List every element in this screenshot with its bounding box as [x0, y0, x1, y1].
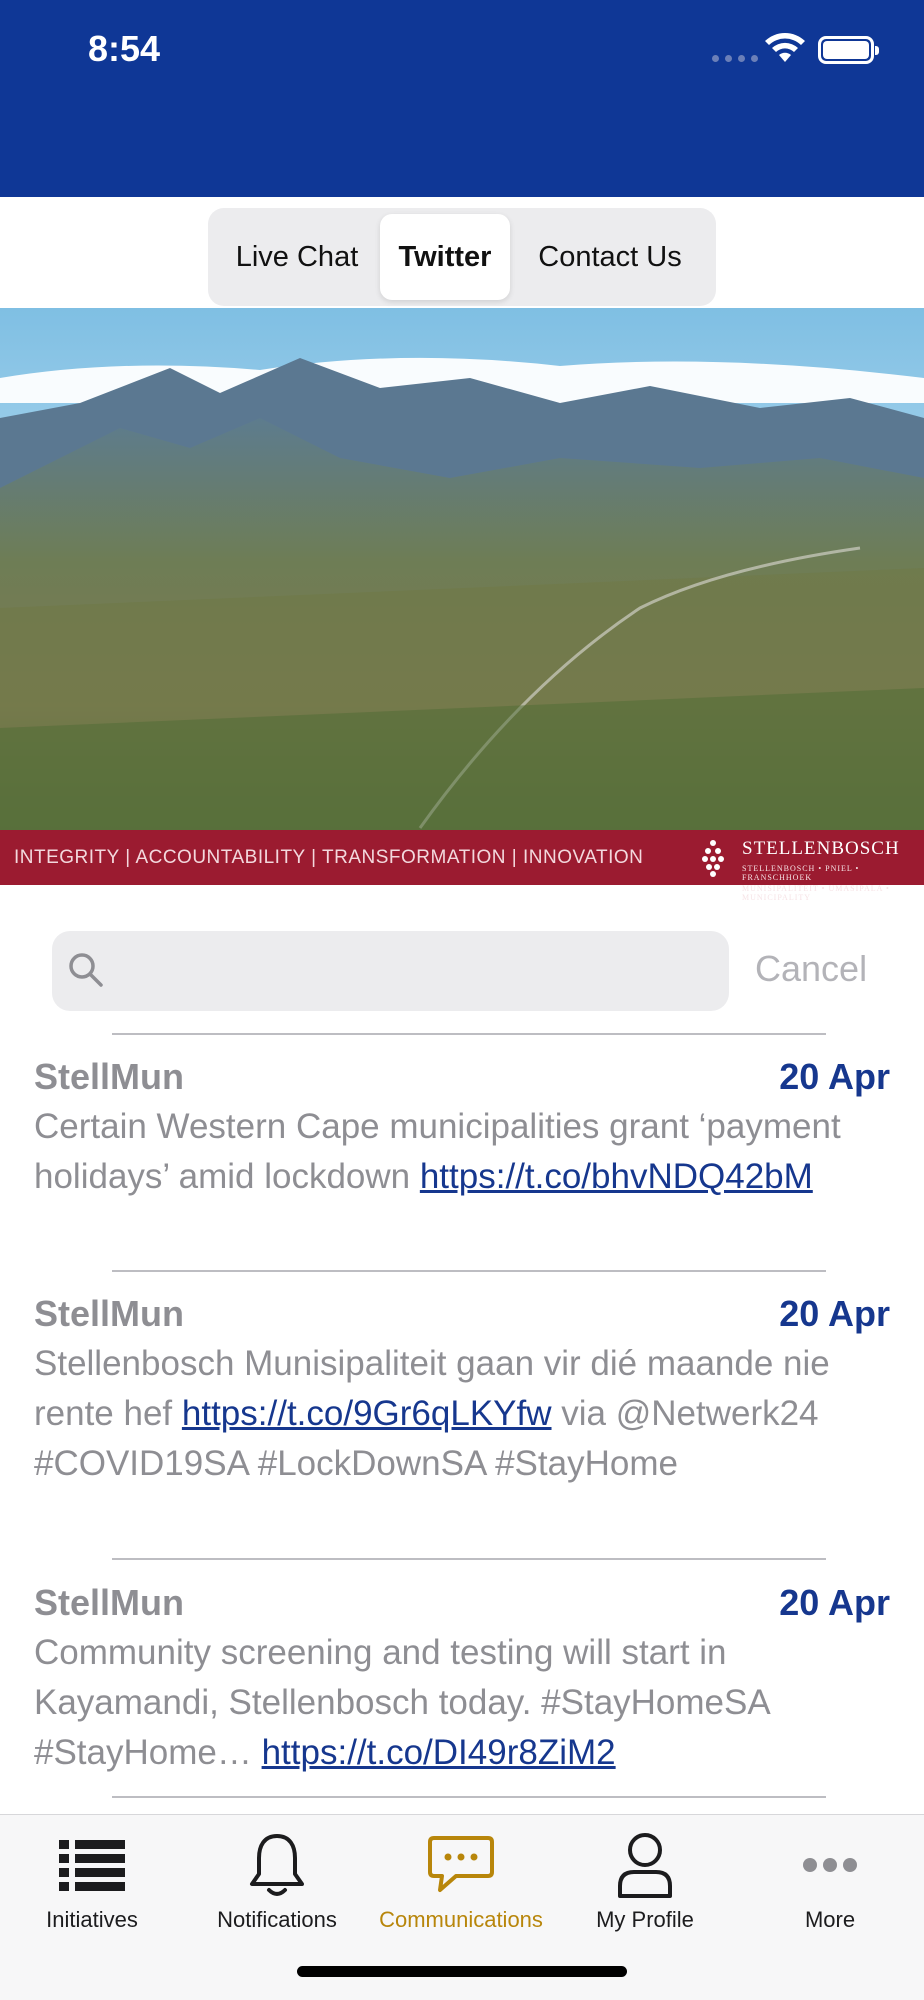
tab-label: My Profile: [596, 1907, 694, 1932]
grape-crest-icon: [702, 840, 724, 877]
divider: [112, 1558, 826, 1560]
tweet-text: Community screening and testing will sta…: [34, 1628, 890, 1778]
tweet-username: StellMun: [34, 1056, 184, 1097]
tab-label: More: [804, 1907, 856, 1932]
tab-notifications[interactable]: Notifications: [187, 1825, 367, 1933]
app-header: 8:54: [0, 0, 924, 197]
tab-initiatives[interactable]: Initiatives: [2, 1825, 182, 1933]
tweet-item[interactable]: StellMun 20 Apr Community screening and …: [34, 1582, 890, 1778]
search-icon: [69, 953, 103, 987]
divider: [112, 1270, 826, 1272]
brand-subtitle-2: MUNISIPALITEIT • UMASIPALA • MUNICIPALIT…: [742, 884, 890, 902]
landscape-photo: [0, 308, 924, 830]
tweet-item[interactable]: StellMun 20 Apr Stellenbosch Munisipalit…: [34, 1293, 890, 1489]
cancel-button[interactable]: Cancel: [755, 948, 867, 990]
tweet-text: Stellenbosch Munisipaliteit gaan vir dié…: [34, 1339, 890, 1489]
segment-contact-us[interactable]: Contact Us: [510, 214, 710, 300]
search-input[interactable]: [120, 941, 710, 1001]
list-icon: [59, 1840, 125, 1891]
tab-label: Communications: [379, 1907, 543, 1932]
tagline-bar: INTEGRITY | ACCOUNTABILITY | TRANSFORMAT…: [0, 830, 924, 902]
tweet-username: StellMun: [34, 1293, 184, 1334]
tagline-text: INTEGRITY | ACCOUNTABILITY | TRANSFORMAT…: [14, 846, 644, 868]
status-time: 8:54: [88, 28, 161, 69]
banner-image: [0, 308, 924, 830]
tweet-link[interactable]: https://t.co/9Gr6qLKYfw: [182, 1394, 552, 1433]
divider: [112, 1796, 826, 1798]
person-icon: [618, 1833, 672, 1898]
chat-bubble-icon: [428, 1836, 494, 1892]
tab-communications[interactable]: Communications: [371, 1825, 551, 1933]
tweet-date: 20 Apr: [779, 1056, 890, 1097]
tweet-date: 20 Apr: [779, 1293, 890, 1334]
tab-label: Initiatives: [46, 1907, 138, 1932]
home-indicator: [297, 1966, 627, 1977]
segmented-control: Live Chat Twitter Contact Us: [208, 208, 716, 306]
more-icon: [803, 1858, 857, 1872]
brand-name: STELLENBOSCH: [742, 838, 900, 859]
tweet-link[interactable]: https://t.co/bhvNDQ42bM: [420, 1157, 813, 1196]
screen: 8:54 Live Chat Twitter Contact Us INTEGR…: [0, 0, 924, 2000]
divider: [112, 1033, 826, 1035]
battery-icon: [818, 36, 879, 64]
tab-my-profile[interactable]: My Profile: [555, 1825, 735, 1933]
tweet-date: 20 Apr: [779, 1582, 890, 1623]
bell-icon: [250, 1834, 304, 1896]
cellular-signal-icon: [712, 55, 758, 62]
segment-twitter[interactable]: Twitter: [380, 214, 510, 300]
tweet-username: StellMun: [34, 1582, 184, 1623]
wifi-icon: [765, 33, 805, 62]
brand-subtitle: STELLENBOSCH • PNIEL • FRANSCHHOEK: [742, 864, 860, 882]
tab-label: Notifications: [217, 1907, 337, 1932]
tab-more[interactable]: More: [740, 1825, 920, 1933]
tweet-item[interactable]: StellMun 20 Apr Certain Western Cape mun…: [34, 1056, 890, 1202]
tweet-link[interactable]: https://t.co/DI49r8ZiM2: [262, 1733, 616, 1772]
segment-live-chat[interactable]: Live Chat: [214, 214, 380, 300]
tweet-text: Certain Western Cape municipalities gran…: [34, 1102, 890, 1202]
brand-logo: STELLENBOSCH STELLENBOSCH • PNIEL • FRAN…: [742, 838, 924, 902]
